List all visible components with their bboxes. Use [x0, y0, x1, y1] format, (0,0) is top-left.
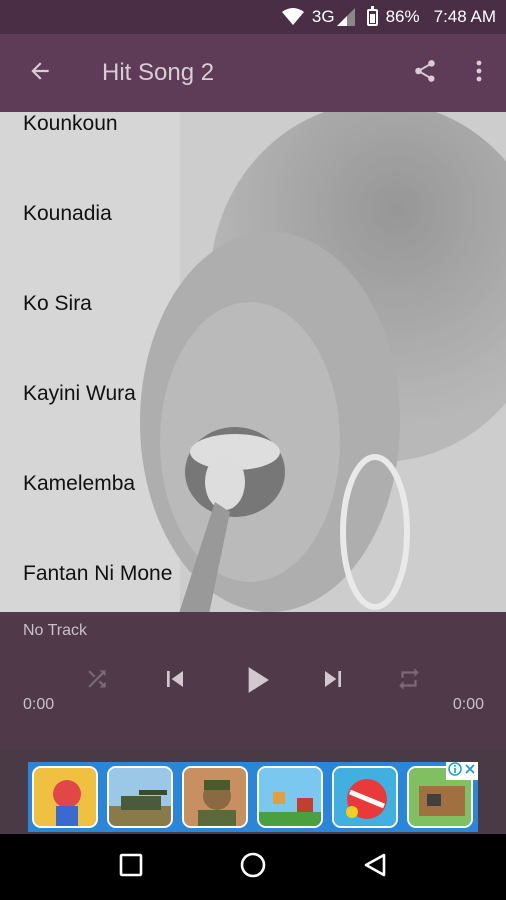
list-item[interactable]: Ko Sira — [23, 292, 92, 316]
network-type: 3G — [311, 7, 335, 26]
system-back-button[interactable] — [345, 837, 405, 897]
shuffle-button[interactable] — [80, 664, 114, 698]
game-tile-3[interactable] — [182, 766, 248, 828]
previous-button[interactable] — [156, 662, 194, 700]
ad-area — [0, 750, 506, 834]
battery-icon — [366, 5, 378, 26]
page-title: Hit Song 2 — [102, 59, 215, 86]
home-button[interactable] — [223, 837, 283, 897]
track-list-area: Kounkoun Kounadia Ko Sira Kayini Wura Ka… — [0, 112, 506, 612]
recent-apps-icon — [119, 853, 143, 882]
clock: 7:48 AM — [433, 7, 496, 26]
repeat-button[interactable] — [392, 664, 426, 698]
share-button[interactable] — [398, 34, 452, 112]
share-icon — [412, 58, 438, 89]
game-tile-2[interactable] — [107, 766, 173, 828]
back-icon — [362, 852, 388, 883]
elapsed-time: 0:00 — [23, 696, 55, 713]
now-playing-label: No Track — [23, 622, 88, 639]
game-tile-1[interactable] — [32, 766, 98, 828]
game-tile-5[interactable] — [332, 766, 398, 828]
game-tile-4[interactable] — [257, 766, 323, 828]
skip-previous-icon — [159, 663, 191, 700]
more-options-button[interactable] — [452, 34, 506, 112]
signal-icon — [336, 8, 355, 26]
track-list: Kounkoun Kounadia Ko Sira Kayini Wura Ka… — [0, 112, 506, 612]
info-icon — [448, 761, 462, 781]
list-item[interactable]: Kounadia — [23, 202, 112, 226]
ad-choices-badge[interactable] — [446, 761, 478, 781]
more-vert-icon — [476, 60, 482, 87]
next-button[interactable] — [314, 662, 352, 700]
list-item[interactable]: Fantan Ni Mone — [23, 562, 172, 586]
recent-apps-button[interactable] — [101, 837, 161, 897]
total-duration: 0:00 — [452, 696, 484, 713]
app-bar: Hit Song 2 — [0, 34, 506, 112]
play-icon — [234, 658, 278, 707]
shuffle-icon — [84, 666, 110, 697]
repeat-icon — [396, 666, 422, 697]
player-panel: No Track 0:00 0:00 — [0, 612, 506, 750]
skip-next-icon — [317, 663, 349, 700]
back-button[interactable] — [0, 34, 80, 112]
list-item[interactable]: Kayini Wura — [23, 382, 136, 406]
battery-percent: 86% — [385, 7, 420, 26]
play-button[interactable] — [232, 658, 280, 706]
list-item[interactable]: Kamelemba — [23, 472, 135, 496]
ad-banner[interactable] — [28, 761, 478, 832]
arrow-back-icon — [27, 58, 53, 89]
close-icon — [464, 762, 476, 780]
home-icon — [239, 851, 267, 884]
wifi-icon — [281, 8, 304, 26]
navigation-bar — [0, 834, 506, 900]
list-item[interactable]: Kounkoun — [23, 112, 118, 136]
status-bar: 3G 86% 7:48 AM — [0, 0, 506, 34]
